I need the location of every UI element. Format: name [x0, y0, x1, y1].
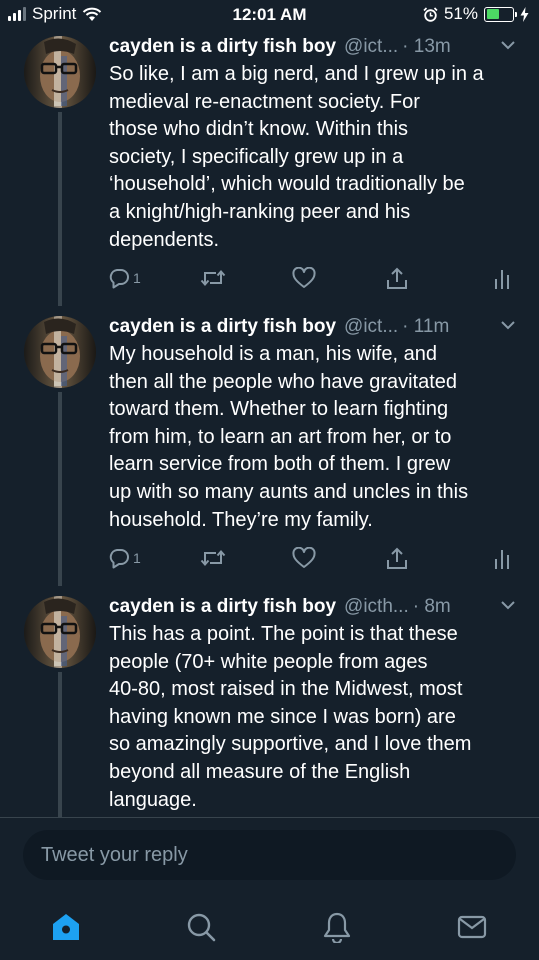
analytics-icon: [495, 270, 509, 289]
user-handle[interactable]: @icth...: [344, 596, 409, 618]
tab-search[interactable]: [181, 907, 221, 947]
battery-percent: 51%: [443, 4, 478, 23]
tweet-timestamp: · 11m: [402, 316, 450, 337]
tweet-text: This has a point. The point is that thes…: [109, 623, 472, 811]
battery-fill: [486, 9, 500, 19]
display-name[interactable]: cayden is a dirty fish boy: [109, 36, 336, 58]
share-icon: [387, 267, 407, 289]
heart-icon: [292, 267, 316, 288]
reply-placeholder: Tweet your reply: [41, 843, 188, 866]
tweet-timestamp: · 13m: [402, 36, 451, 57]
notifications-icon: [323, 912, 351, 943]
avatar[interactable]: [24, 36, 96, 108]
reply-icon: [109, 549, 129, 569]
avatar-photo: [24, 36, 96, 108]
thread-connector: [58, 392, 62, 586]
tweet-header: cayden is a dirty fish boy @ict... · 13m: [109, 34, 517, 60]
home-icon: [53, 914, 79, 940]
like-button[interactable]: [292, 547, 316, 569]
tab-bar: [0, 897, 539, 960]
analytics-icon: [495, 550, 509, 569]
reply-icon: [109, 269, 129, 289]
reply-input[interactable]: Tweet your reply: [23, 830, 516, 880]
heart-icon: [292, 547, 316, 568]
tab-home[interactable]: [46, 907, 86, 947]
status-right: 51%: [423, 4, 529, 24]
avatar[interactable]: [24, 316, 96, 388]
chevron-down-icon[interactable]: [499, 36, 517, 54]
charging-icon: [520, 6, 529, 22]
tweet-header: cayden is a dirty fish boy @ict... · 11m: [109, 314, 517, 340]
chevron-down-icon[interactable]: [499, 596, 517, 614]
thread-connector: [58, 112, 62, 306]
reply-count: 1: [133, 270, 141, 286]
tweet-text: My household is a man, his wife, and the…: [109, 343, 469, 531]
tweet-header: cayden is a dirty fish boy @icth... · 8m: [109, 594, 517, 620]
share-icon: [387, 547, 407, 569]
tweet-text: So like, I am a big nerd, and I grew up …: [109, 63, 484, 251]
avatar[interactable]: [24, 596, 96, 668]
status-bar: Sprint 12:01 AM 51%: [0, 0, 539, 30]
alarm-icon: [423, 6, 438, 22]
reply-button[interactable]: 1: [108, 267, 141, 289]
avatar-photo: [24, 316, 96, 388]
avatar-photo: [24, 596, 96, 668]
retweet-icon: [200, 269, 226, 287]
battery-icon: [484, 6, 517, 22]
thread-connector: [58, 672, 62, 818]
retweet-button[interactable]: [200, 547, 226, 569]
analytics-button[interactable]: [492, 267, 512, 291]
share-button[interactable]: [385, 547, 409, 571]
reply-count: 1: [133, 550, 141, 566]
search-icon: [187, 913, 216, 942]
user-handle[interactable]: @ict...: [344, 316, 398, 338]
retweet-icon: [200, 549, 226, 567]
messages-icon: [457, 915, 487, 939]
tweet-timestamp: · 8m: [412, 596, 451, 617]
like-button[interactable]: [292, 267, 316, 289]
tweet-actions: 1: [108, 547, 518, 577]
display-name[interactable]: cayden is a dirty fish boy: [109, 596, 336, 618]
tab-notifications[interactable]: [317, 907, 357, 947]
reply-button[interactable]: 1: [108, 547, 141, 569]
chevron-down-icon[interactable]: [499, 316, 517, 334]
user-handle[interactable]: @ict...: [344, 36, 398, 58]
reply-composer: Tweet your reply: [0, 817, 539, 897]
share-button[interactable]: [385, 267, 409, 291]
tab-messages[interactable]: [452, 907, 492, 947]
retweet-button[interactable]: [200, 267, 226, 289]
analytics-button[interactable]: [492, 547, 512, 571]
display-name[interactable]: cayden is a dirty fish boy: [109, 316, 336, 338]
tweet-actions: 1: [108, 267, 518, 297]
